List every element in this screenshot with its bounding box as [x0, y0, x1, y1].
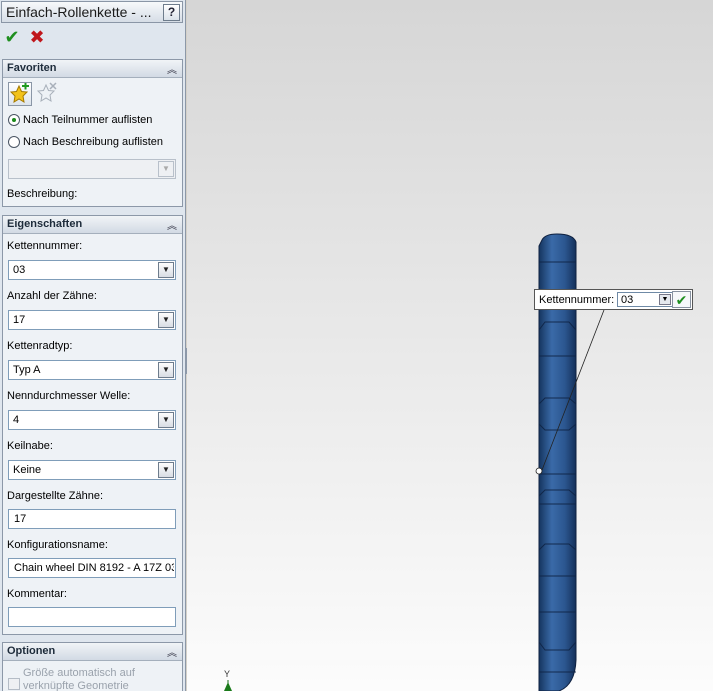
configuration-name-label: Konfigurationsname: [7, 539, 108, 551]
comment-label: Kommentar: [7, 588, 67, 600]
auto-size-label-line1: Größe automatisch auf [23, 667, 135, 679]
favorites-select[interactable]: ▼ [8, 159, 176, 179]
cancel-button[interactable]: ✖ [27, 27, 47, 47]
properties-heading: Eigenschaften [7, 218, 83, 230]
chevron-down-icon: ▼ [158, 362, 174, 378]
help-button[interactable]: ? [163, 4, 180, 21]
chain-number-label: Kettennummer: [7, 240, 83, 252]
shaft-diameter-value: 4 [13, 414, 20, 426]
radio-description[interactable] [8, 136, 20, 148]
chevron-down-icon: ▼ [158, 262, 174, 278]
shaft-diameter-label: Nenndurchmesser Welle: [7, 390, 131, 402]
radio-description-label: Nach Beschreibung auflisten [23, 136, 164, 148]
axis-y-label: Y [224, 669, 231, 679]
shaft-diameter-select[interactable]: 4 ▼ [8, 410, 176, 430]
hub-value: Keine [13, 464, 42, 476]
chain-number-value: 03 [13, 264, 26, 276]
radio-part-number[interactable] [8, 114, 20, 126]
chevron-down-icon: ▼ [158, 312, 174, 328]
auto-size-checkbox[interactable] [8, 678, 20, 690]
collapse-icon[interactable]: ︽ [167, 644, 177, 659]
hub-select[interactable]: Keine ▼ [8, 460, 176, 480]
panel-title: Einfach-Rollenkette - ... [6, 4, 152, 20]
sprocket-model[interactable] [187, 0, 713, 691]
graphics-viewport[interactable]: Y [187, 0, 713, 691]
auto-size-label-line2: verknüpfte Geometrie [23, 680, 129, 691]
star-add-icon [9, 82, 29, 103]
panel-title-bar: Einfach-Rollenkette - ... ? [1, 1, 183, 23]
options-group-header[interactable]: Optionen ︽ [3, 643, 182, 661]
configuration-name-value: Chain wheel DIN 8192 - A 17Z 03 [14, 562, 174, 574]
options-group: Optionen ︽ Größe automatisch auf verknüp… [2, 642, 183, 691]
teeth-count-select[interactable]: 17 ▼ [8, 310, 176, 330]
properties-group-header[interactable]: Eigenschaften ︽ [3, 216, 182, 234]
wheel-type-label: Kettenradtyp: [7, 340, 73, 352]
chevron-down-icon: ▼ [158, 161, 174, 177]
callout-ok-button[interactable]: ✔ [672, 291, 691, 308]
wheel-type-select[interactable]: Typ A ▼ [8, 360, 176, 380]
teeth-count-value: 17 [13, 314, 26, 326]
chevron-down-icon: ▼ [158, 462, 174, 478]
property-manager-panel: Einfach-Rollenkette - ... ? ✔ ✖ Favorite… [0, 0, 186, 691]
favorites-group: Favoriten ︽ Nach Teilnummer auflisten Na… [2, 59, 183, 207]
description-label: Beschreibung: [7, 188, 78, 200]
chevron-down-icon: ▼ [659, 294, 671, 305]
shown-teeth-value: 17 [14, 513, 27, 525]
hub-label: Keilnabe: [7, 440, 53, 452]
options-heading: Optionen [7, 645, 56, 657]
favorites-group-header[interactable]: Favoriten ︽ [3, 60, 182, 78]
wheel-type-value: Typ A [13, 364, 41, 376]
shown-teeth-input[interactable]: 17 [8, 509, 176, 529]
callout-chain-number-value: 03 [621, 294, 634, 306]
add-favorite-button[interactable] [8, 82, 32, 106]
chain-number-callout: Kettennummer: 03 ▼ ✔ [534, 289, 693, 310]
ok-button[interactable]: ✔ [2, 27, 22, 47]
callout-chain-number-select[interactable]: 03 ▼ [617, 292, 673, 307]
configuration-name-input[interactable]: Chain wheel DIN 8192 - A 17Z 03 [8, 558, 176, 578]
callout-label: Kettennummer: [539, 294, 615, 306]
properties-group: Eigenschaften ︽ Kettennummer: 03 ▼ Anzah… [2, 215, 183, 635]
comment-input[interactable] [8, 607, 176, 627]
axis-triad-icon [224, 680, 232, 691]
remove-favorite-button[interactable] [36, 82, 60, 106]
radio-part-number-label: Nach Teilnummer auflisten [23, 114, 153, 126]
chevron-down-icon: ▼ [158, 412, 174, 428]
collapse-icon[interactable]: ︽ [167, 217, 177, 232]
shown-teeth-label: Dargestellte Zähne: [7, 490, 103, 502]
chain-number-select[interactable]: 03 ▼ [8, 260, 176, 280]
teeth-count-label: Anzahl der Zähne: [7, 290, 97, 302]
star-remove-icon [36, 82, 57, 102]
favorites-heading: Favoriten [7, 62, 57, 74]
collapse-icon[interactable]: ︽ [167, 61, 177, 76]
